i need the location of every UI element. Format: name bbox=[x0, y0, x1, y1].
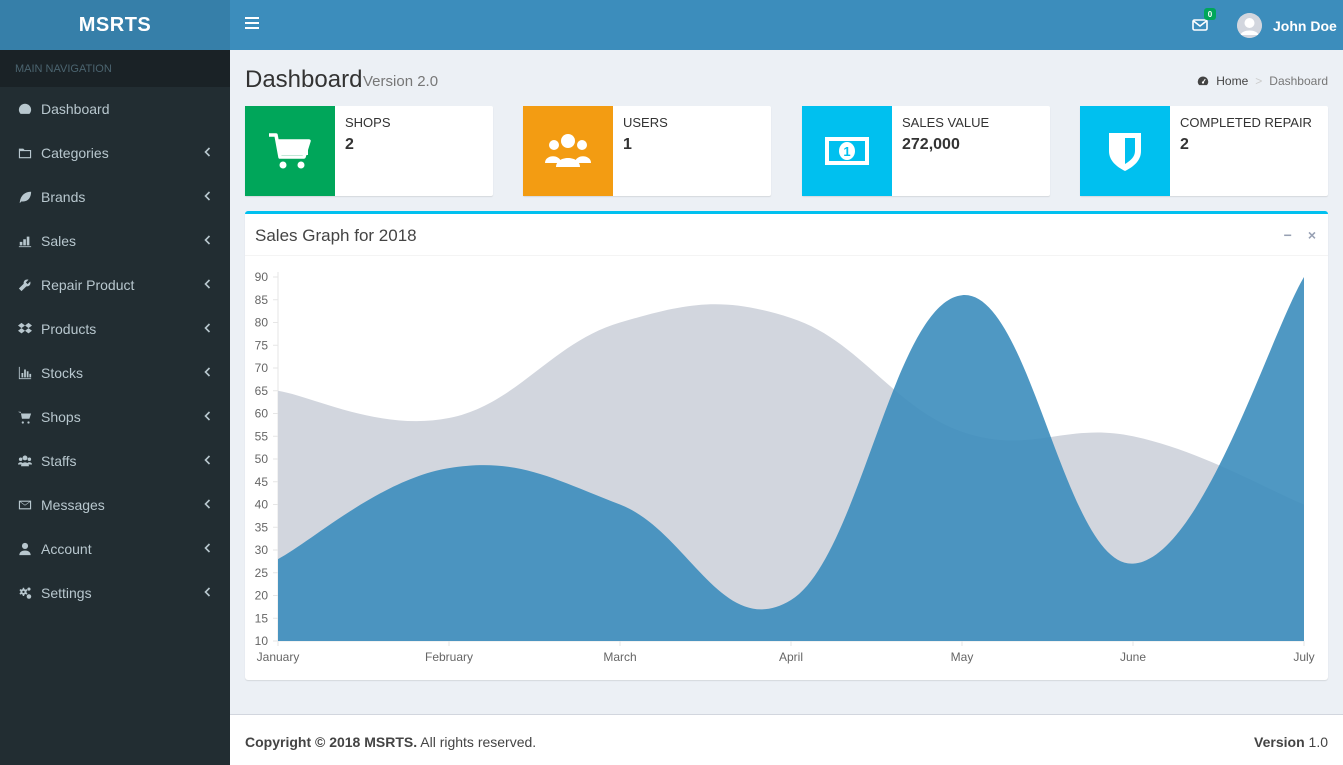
collapse-button[interactable]: − bbox=[1284, 227, 1292, 243]
chevron-left-icon bbox=[201, 410, 213, 424]
sidebar-item-staffs[interactable]: Staffs bbox=[0, 439, 230, 483]
sidebar-toggle-button[interactable] bbox=[245, 17, 259, 31]
info-box-users[interactable]: USERS 1 bbox=[523, 106, 771, 196]
sidebar-item-repair-product[interactable]: Repair Product bbox=[0, 263, 230, 307]
info-box-label: COMPLETED REPAIR bbox=[1180, 115, 1312, 130]
sidebar-item-settings[interactable]: Settings bbox=[0, 571, 230, 615]
copyright-rest: All rights reserved. bbox=[417, 734, 537, 750]
sidebar-item-label: Stocks bbox=[41, 365, 84, 381]
box-header: Sales Graph for 2018 − × bbox=[245, 214, 1328, 256]
box-title: Sales Graph for 2018 bbox=[255, 226, 417, 245]
avatar bbox=[1237, 13, 1262, 38]
info-icon-bg bbox=[245, 106, 335, 196]
sidebar-item-stocks[interactable]: Stocks bbox=[0, 351, 230, 395]
sidebar-item-label: Account bbox=[41, 541, 92, 557]
info-box-value: 2 bbox=[1180, 136, 1189, 153]
sidebar-item-dashboard[interactable]: Dashboard bbox=[0, 87, 230, 131]
bar-chart-icon bbox=[17, 233, 33, 249]
info-icon-bg bbox=[1080, 106, 1170, 196]
sidebar-item-label: Repair Product bbox=[41, 277, 135, 293]
sidebar-item-account[interactable]: Account bbox=[0, 527, 230, 571]
user-menu[interactable]: John Doe bbox=[1237, 13, 1337, 38]
sidebar-item-label: Shops bbox=[41, 409, 81, 425]
copyright-bold: Copyright © 2018 MSRTS. bbox=[245, 734, 418, 750]
sidebar-item-label: Brands bbox=[41, 189, 86, 205]
info-box-value: 1 bbox=[623, 136, 632, 153]
info-box-sales-value[interactable]: 1 SALES VALUE 272,000 bbox=[802, 106, 1050, 196]
wrench-icon bbox=[17, 277, 33, 293]
mail-count-badge: 0 bbox=[1204, 8, 1216, 20]
box-tools: − × bbox=[1284, 227, 1316, 243]
sidebar-item-messages[interactable]: Messages bbox=[0, 483, 230, 527]
users-icon bbox=[545, 134, 591, 167]
leaf-icon bbox=[17, 189, 33, 205]
sidebar-item-label: Dashboard bbox=[41, 101, 110, 117]
info-icon-bg bbox=[523, 106, 613, 196]
sidebar-item-label: Settings bbox=[41, 585, 92, 601]
info-box-shops[interactable]: SHOPS 2 bbox=[245, 106, 493, 196]
info-box-value: 2 bbox=[345, 136, 354, 153]
sidebar-item-products[interactable]: Products bbox=[0, 307, 230, 351]
info-box-completed-repair[interactable]: COMPLETED REPAIR 2 bbox=[1080, 106, 1328, 196]
nav-list: Dashboard Categories Brands Sales Repair Pro… bbox=[0, 87, 230, 615]
page-title: Dashboard bbox=[245, 66, 363, 93]
sidebar-item-label: Sales bbox=[41, 233, 77, 249]
breadcrumb: Home > Dashboard bbox=[1197, 74, 1328, 88]
nav-header: MAIN NAVIGATION bbox=[0, 50, 230, 87]
svg-text:1: 1 bbox=[843, 144, 850, 159]
sidebar-item-brands[interactable]: Brands bbox=[0, 175, 230, 219]
money-icon: 1 bbox=[825, 137, 869, 165]
envelope-icon bbox=[17, 497, 33, 513]
chevron-left-icon bbox=[201, 498, 213, 512]
chevron-left-icon bbox=[201, 234, 213, 248]
users-icon bbox=[17, 453, 33, 469]
version-label: Version bbox=[1254, 734, 1305, 750]
sidebar-item-categories[interactable]: Categories bbox=[0, 131, 230, 175]
info-box-value: 272,000 bbox=[902, 136, 960, 153]
sales-graph-box: Sales Graph for 2018 − × bbox=[245, 211, 1328, 680]
chevron-left-icon bbox=[201, 190, 213, 204]
chevron-left-icon bbox=[201, 278, 213, 292]
sidebar-item-label: Products bbox=[41, 321, 97, 337]
sidebar: MSRTS MAIN NAVIGATION Dashboard Categorie… bbox=[0, 0, 230, 765]
sidebar-item-label: Messages bbox=[41, 497, 105, 513]
page-subtitle: Version 2.0 bbox=[363, 73, 439, 90]
shield-icon bbox=[1109, 133, 1141, 171]
chevron-left-icon bbox=[201, 146, 213, 160]
breadcrumb-separator: > bbox=[1255, 74, 1263, 88]
dashboard-icon bbox=[17, 101, 33, 117]
dropbox-icon bbox=[17, 321, 33, 337]
cart-icon bbox=[269, 133, 311, 169]
top-header: 0 John Doe bbox=[230, 0, 1343, 50]
sidebar-item-shops[interactable]: Shops bbox=[0, 395, 230, 439]
footer-copyright: Copyright © 2018 MSRTS. All rights reser… bbox=[245, 734, 536, 750]
breadcrumb-current: Dashboard bbox=[1269, 74, 1328, 88]
chevron-left-icon bbox=[201, 366, 213, 380]
info-box-label: SHOPS bbox=[345, 115, 391, 130]
chevron-left-icon bbox=[201, 322, 213, 336]
dashboard-icon bbox=[1198, 76, 1209, 86]
footer-version: Version 1.0 bbox=[1254, 734, 1328, 750]
info-box-label: USERS bbox=[623, 115, 668, 130]
stats-icon bbox=[17, 365, 33, 381]
gears-icon bbox=[17, 585, 33, 601]
app-logo[interactable]: MSRTS bbox=[0, 0, 230, 50]
remove-button[interactable]: × bbox=[1308, 227, 1316, 243]
sidebar-item-label: Staffs bbox=[41, 453, 77, 469]
sidebar-item-label: Categories bbox=[41, 145, 109, 161]
info-icon-bg: 1 bbox=[802, 106, 892, 196]
cart-icon bbox=[17, 409, 33, 425]
chevron-left-icon bbox=[201, 454, 213, 468]
chevron-left-icon bbox=[201, 586, 213, 600]
breadcrumb-home-link[interactable]: Home bbox=[1216, 74, 1248, 88]
user-icon bbox=[17, 541, 33, 557]
user-name: John Doe bbox=[1273, 17, 1337, 34]
sidebar-item-sales[interactable]: Sales bbox=[0, 219, 230, 263]
info-box-label: SALES VALUE bbox=[902, 115, 990, 130]
envelope-icon[interactable] bbox=[1192, 18, 1208, 32]
folder-icon bbox=[17, 145, 33, 161]
chevron-left-icon bbox=[201, 542, 213, 556]
version-value: 1.0 bbox=[1304, 734, 1328, 750]
footer: Copyright © 2018 MSRTS. All rights reser… bbox=[230, 714, 1343, 765]
